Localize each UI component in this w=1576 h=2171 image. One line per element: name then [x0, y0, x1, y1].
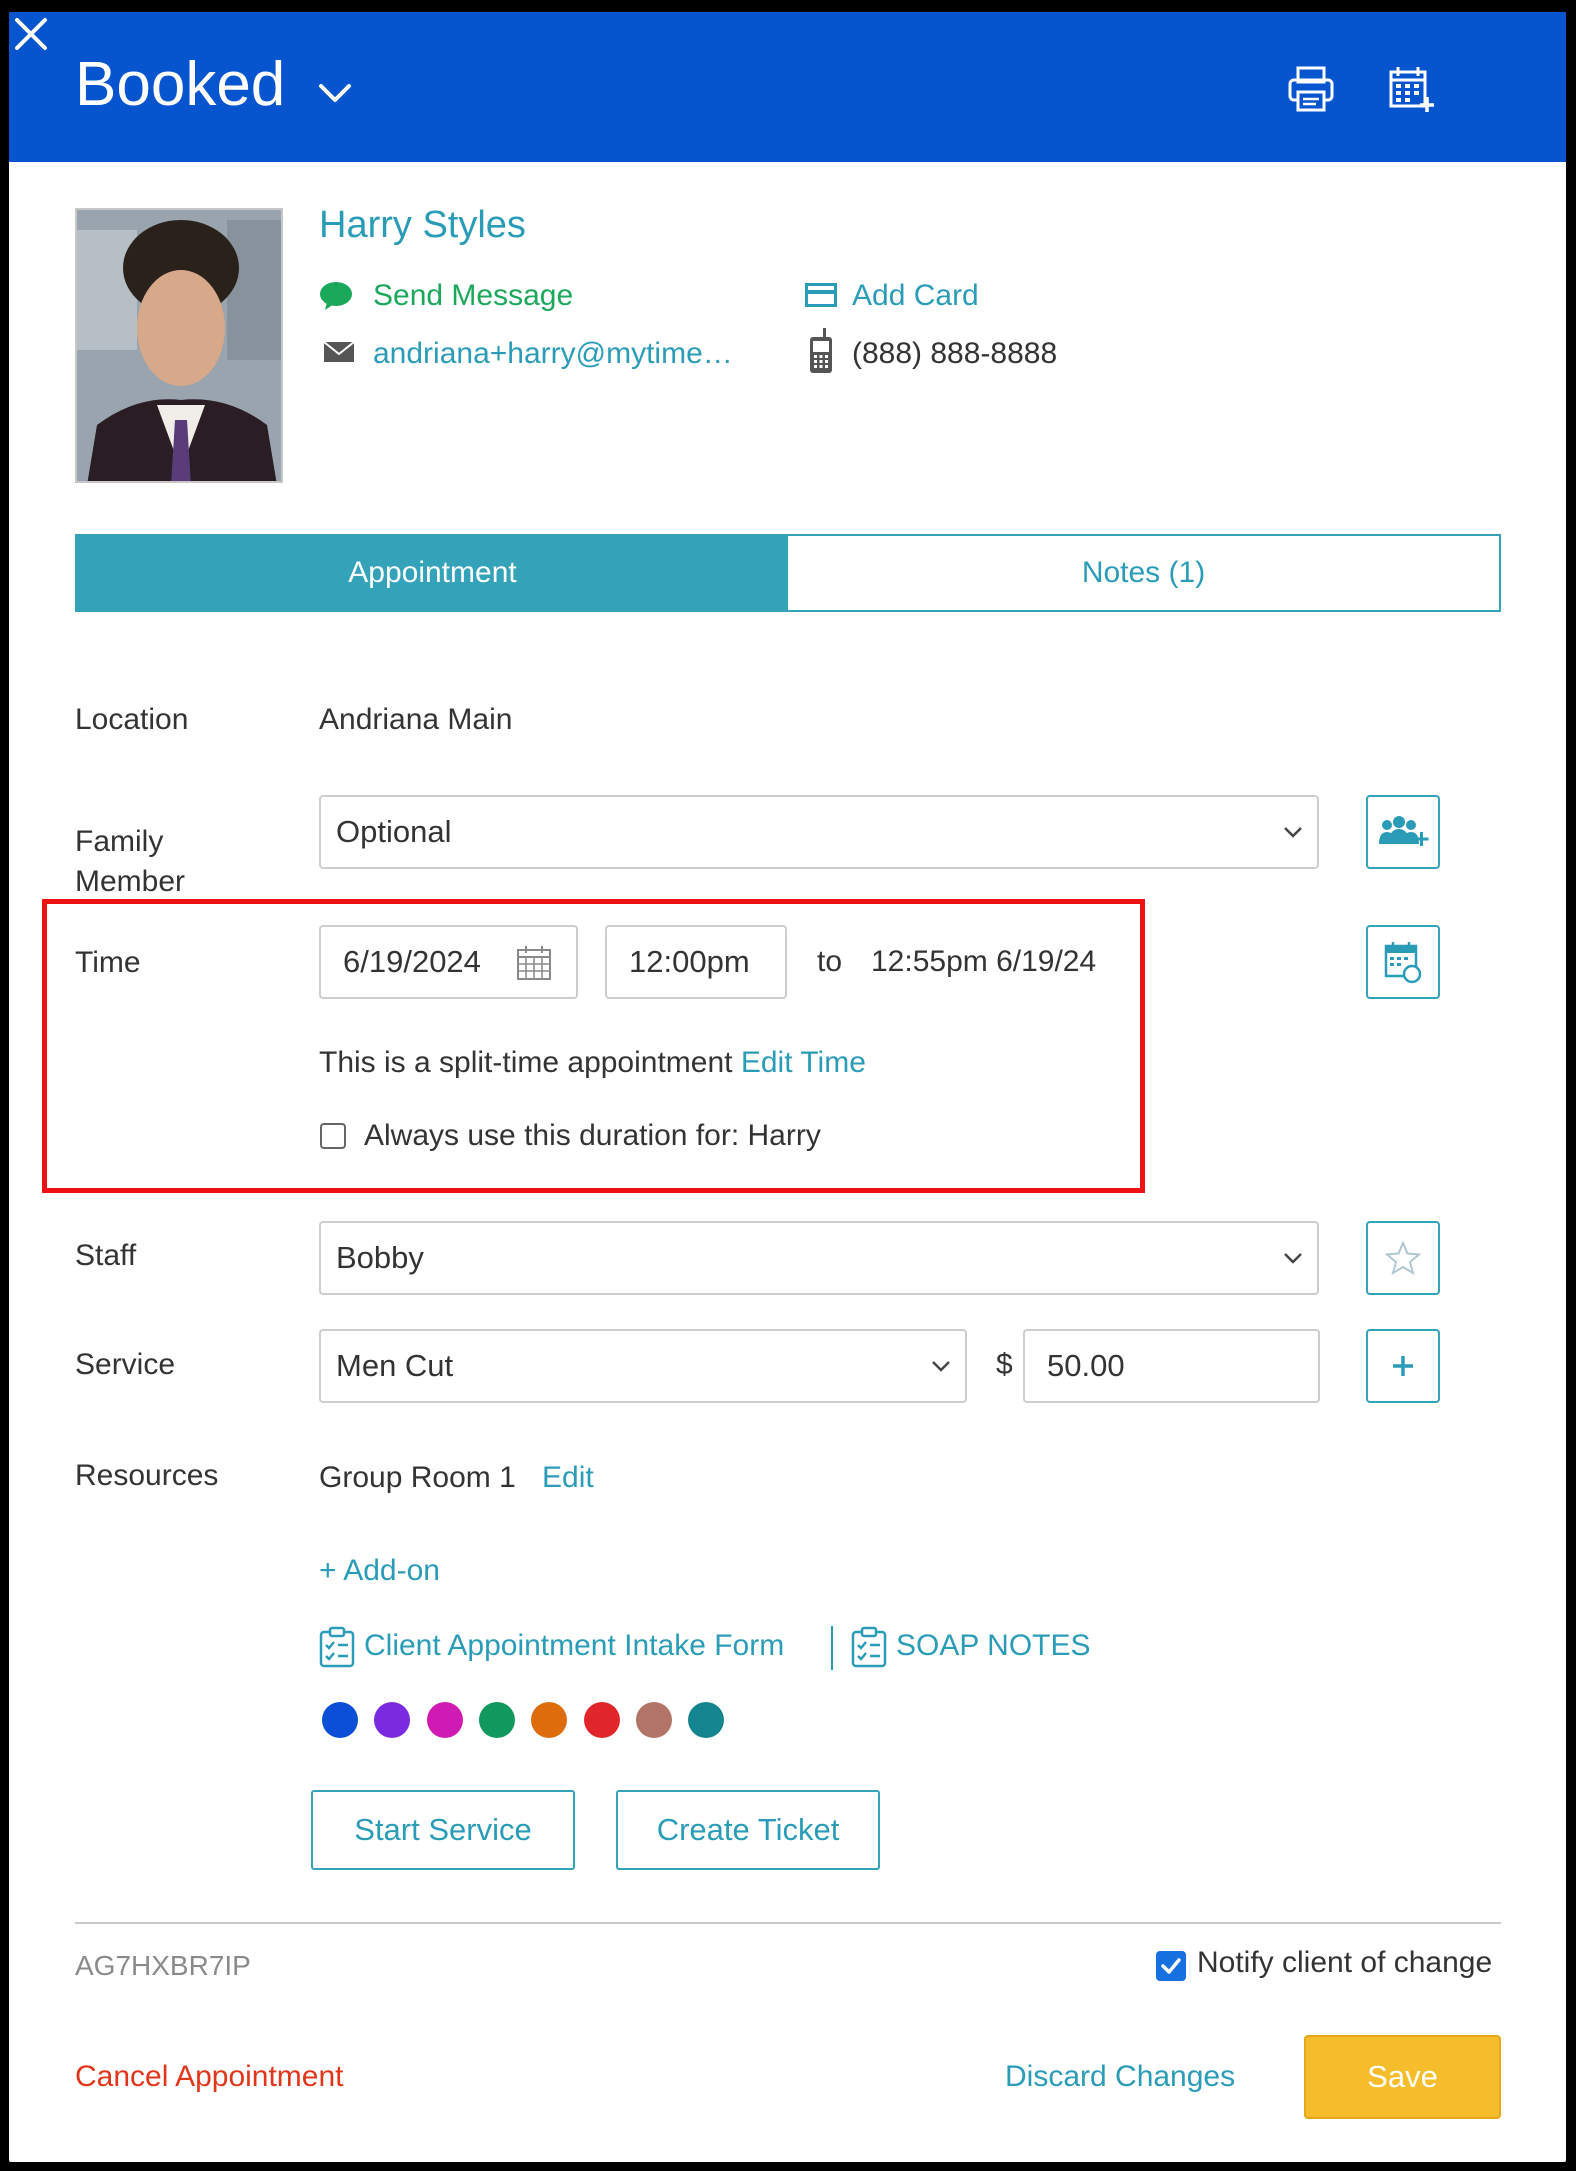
color-swatch[interactable]	[531, 1702, 568, 1738]
footer-divider	[75, 1922, 1501, 1924]
color-swatch[interactable]	[478, 1702, 515, 1738]
currency-symbol: $	[996, 1348, 1013, 1381]
resources-label: Resources	[75, 1459, 219, 1492]
family-member-label: Family Member	[75, 825, 186, 898]
color-swatch[interactable]	[688, 1702, 725, 1738]
family-member-selected: Optional	[336, 814, 452, 849]
add-card-link[interactable]: Add Card	[852, 278, 979, 314]
staff-select[interactable]: Bobby	[319, 1221, 1319, 1295]
service-select[interactable]: Men Cut	[319, 1329, 967, 1403]
cancel-appointment-link[interactable]: Cancel Appointment	[75, 2060, 344, 2094]
envelope-icon	[323, 341, 355, 362]
credit-card-icon	[805, 283, 837, 307]
color-swatch[interactable]	[635, 1702, 672, 1738]
booking-code: AG7HXBR7IP	[75, 1950, 251, 1981]
client-phone[interactable]: (888) 888-8888	[852, 336, 1057, 372]
dialog-header: Booked	[9, 12, 1566, 162]
recurring-calendar-button[interactable]	[1366, 925, 1440, 999]
intake-form-link[interactable]: Client Appointment Intake Form	[364, 1626, 784, 1666]
service-selected: Men Cut	[336, 1348, 454, 1383]
chevron-down-icon	[1284, 1253, 1302, 1264]
add-service-button[interactable]	[1366, 1329, 1440, 1403]
color-swatch[interactable]	[322, 1702, 358, 1738]
calendar-add-icon[interactable]	[1386, 64, 1436, 114]
link-divider	[831, 1626, 833, 1670]
tab-notes[interactable]: Notes (1)	[788, 536, 1499, 610]
calendar-repeat-icon	[1384, 942, 1422, 984]
checkmark-icon	[1161, 1958, 1181, 1974]
add-family-member-button[interactable]	[1366, 795, 1440, 869]
send-message-link[interactable]: Send Message	[373, 278, 573, 314]
color-swatch[interactable]	[426, 1702, 463, 1738]
chevron-down-icon	[932, 1361, 950, 1372]
price-input[interactable]: 50.00	[1023, 1329, 1320, 1403]
print-icon[interactable]	[1286, 64, 1336, 114]
clipboard-check-icon	[851, 1626, 887, 1668]
notify-client-checkbox[interactable]	[1156, 1951, 1186, 1981]
create-ticket-button[interactable]: Create Ticket	[616, 1790, 880, 1870]
clipboard-check-icon	[319, 1626, 355, 1668]
group-add-icon	[1379, 816, 1429, 846]
tab-appointment[interactable]: Appointment	[77, 536, 788, 610]
save-button[interactable]: Save	[1304, 2035, 1501, 2119]
client-name[interactable]: Harry Styles	[319, 204, 526, 247]
price-value: 50.00	[1047, 1348, 1125, 1383]
favorite-staff-button[interactable]	[1366, 1221, 1440, 1295]
status-title[interactable]: Booked	[75, 54, 285, 116]
notify-client-label: Notify client of change	[1197, 1946, 1493, 1979]
color-swatch[interactable]	[374, 1702, 411, 1738]
appointment-tabs: Appointment Notes (1)	[75, 534, 1501, 612]
resources-edit-link[interactable]: Edit	[542, 1458, 594, 1498]
star-icon	[1385, 1241, 1421, 1275]
discard-changes-link[interactable]: Discard Changes	[1005, 2060, 1235, 2094]
service-label: Service	[75, 1348, 176, 1381]
location-value: Andriana Main	[319, 703, 513, 736]
chevron-down-icon	[1284, 827, 1302, 838]
family-member-select[interactable]: Optional	[319, 795, 1319, 869]
resources-value: Group Room 1	[319, 1461, 516, 1494]
color-swatch[interactable]	[583, 1702, 620, 1738]
highlight-annotation-box	[42, 899, 1145, 1193]
staff-label: Staff	[75, 1239, 137, 1272]
add-on-link[interactable]: + Add-on	[319, 1551, 440, 1591]
close-icon[interactable]	[9, 12, 53, 56]
soap-notes-link[interactable]: SOAP NOTES	[896, 1626, 1091, 1666]
chat-bubble-icon	[320, 282, 352, 310]
client-email-link[interactable]: andriana+harry@mytime.com	[373, 336, 733, 372]
client-avatar-photo	[75, 208, 283, 483]
appointment-dialog: Booked Harry Styles Send Message andrian…	[9, 12, 1566, 2162]
plus-icon	[1393, 1356, 1413, 1376]
location-label: Location	[75, 703, 189, 736]
chevron-down-icon[interactable]	[318, 82, 352, 104]
mobile-phone-icon	[810, 328, 832, 373]
start-service-button[interactable]: Start Service	[311, 1790, 575, 1870]
staff-selected: Bobby	[336, 1240, 424, 1275]
